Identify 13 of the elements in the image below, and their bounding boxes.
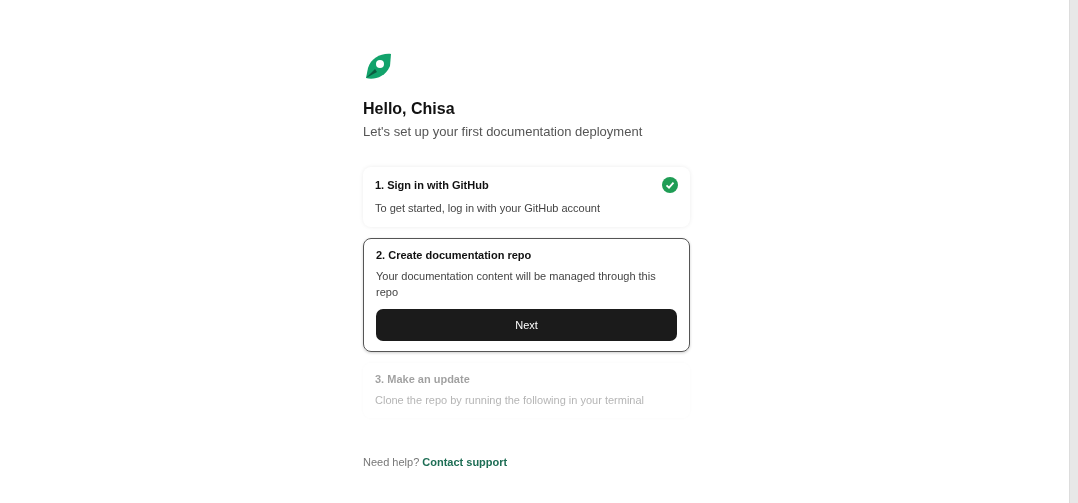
contact-support-link[interactable]: Contact support <box>422 456 508 468</box>
step-title: 1. Sign in with GitHub <box>375 179 489 191</box>
step-description: To get started, log in with your GitHub account <box>375 201 601 216</box>
step-title: 3. Make an update <box>375 372 470 385</box>
logo-icon <box>363 52 393 82</box>
scrollbar[interactable] <box>1069 0 1078 503</box>
step-description: Your documentation content will be managed through this repo <box>376 268 657 300</box>
help-text: Need help? <box>363 456 420 468</box>
step-description: Clone the repo by running the following in your terminal <box>375 392 646 408</box>
subtitle-text: Let's set up your first documentation deployment <box>363 124 644 139</box>
greeting-heading: Hello, Chisa <box>363 100 456 118</box>
step-title: 2. Create documentation repo <box>376 248 532 261</box>
next-button[interactable]: Next <box>376 308 677 341</box>
